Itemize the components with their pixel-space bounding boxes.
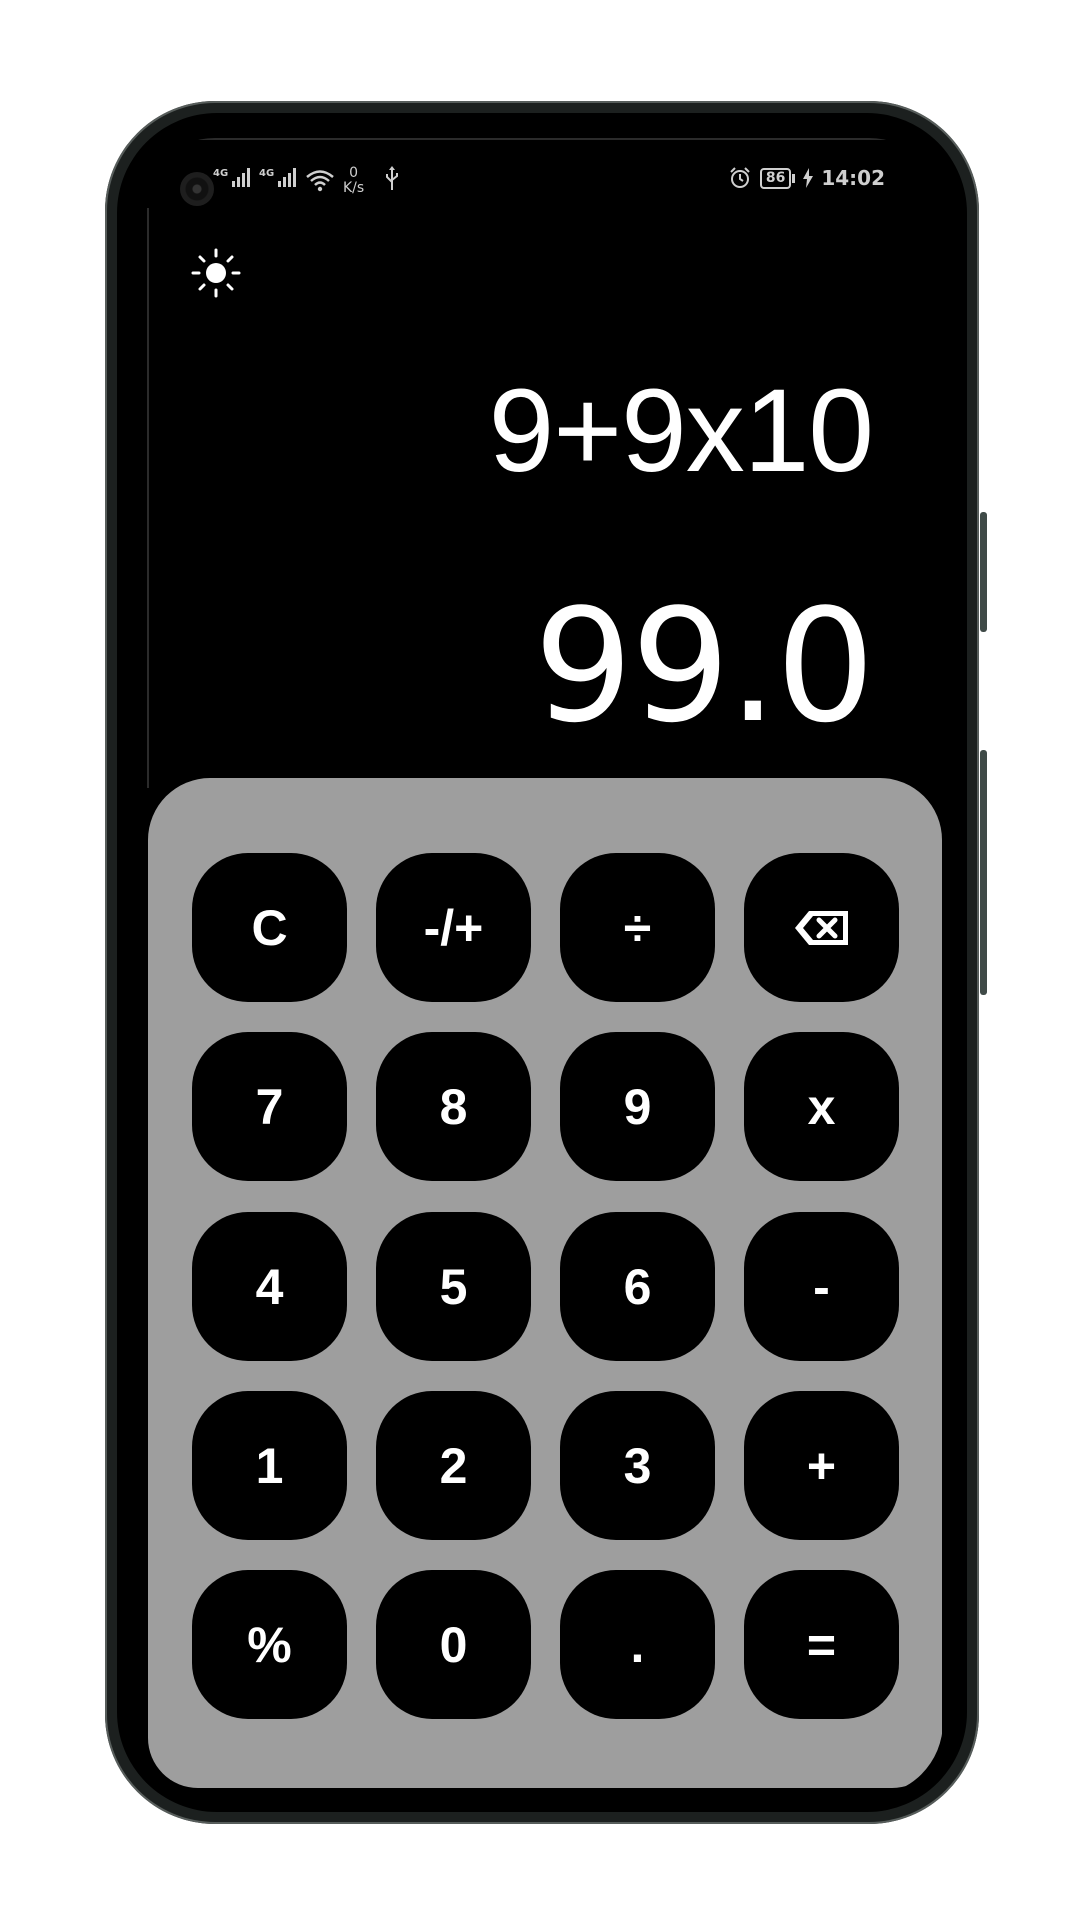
add-button[interactable]: + (744, 1391, 899, 1540)
battery-cap (792, 173, 796, 183)
backspace-button[interactable] (744, 853, 899, 1002)
screen-left-edge (147, 208, 149, 788)
backspace-icon (794, 910, 848, 945)
sun-icon[interactable] (190, 247, 242, 299)
alarm-icon (730, 167, 750, 188)
subtract-button[interactable]: - (744, 1212, 899, 1361)
digit-2-button[interactable]: 2 (376, 1391, 531, 1540)
battery-icon: 86 (759, 167, 792, 189)
digit-6-button[interactable]: 6 (560, 1212, 715, 1361)
multiply-button[interactable]: x (744, 1032, 899, 1181)
network-type-label-2: 4G (259, 168, 275, 179)
digit-3-button[interactable]: 3 (560, 1391, 715, 1540)
wifi-icon (306, 170, 334, 192)
toggle-sign-button[interactable]: -/+ (376, 853, 531, 1002)
network-speed-unit: K/s (343, 180, 365, 196)
percent-button[interactable]: % (192, 1570, 347, 1719)
signal-icon: 4G (213, 168, 251, 187)
status-right-group: 86 14:02 (728, 166, 885, 190)
network-speed-value: 0 (349, 165, 359, 181)
equals-button[interactable]: = (744, 1570, 899, 1719)
charging-icon (803, 168, 814, 188)
power-button (980, 750, 987, 995)
digit-8-button[interactable]: 8 (376, 1032, 531, 1181)
front-camera (180, 172, 214, 206)
digit-5-button[interactable]: 5 (376, 1212, 531, 1361)
network-type-label: 4G (213, 168, 229, 179)
digit-0-button[interactable]: 0 (376, 1570, 531, 1719)
battery-level: 86 (765, 169, 786, 186)
digit-1-button[interactable]: 1 (192, 1391, 347, 1540)
status-bar: 4G 4G 0 K/s 86 14:02 (141, 150, 943, 206)
signal-icon-2: 4G (259, 168, 297, 187)
volume-button (980, 512, 987, 632)
usb-icon (386, 166, 398, 190)
network-speed: 0 K/s (343, 166, 364, 196)
clock: 14:02 (821, 166, 885, 190)
divide-button[interactable]: ÷ (560, 853, 715, 1002)
result-display: 99.0 (533, 575, 875, 757)
clear-button[interactable]: C (192, 853, 347, 1002)
digit-9-button[interactable]: 9 (560, 1032, 715, 1181)
screen-top-edge (181, 138, 903, 140)
digit-4-button[interactable]: 4 (192, 1212, 347, 1361)
decimal-button[interactable]: . (560, 1570, 715, 1719)
expression-display: 9+9x10 (488, 365, 874, 497)
digit-7-button[interactable]: 7 (192, 1032, 347, 1181)
